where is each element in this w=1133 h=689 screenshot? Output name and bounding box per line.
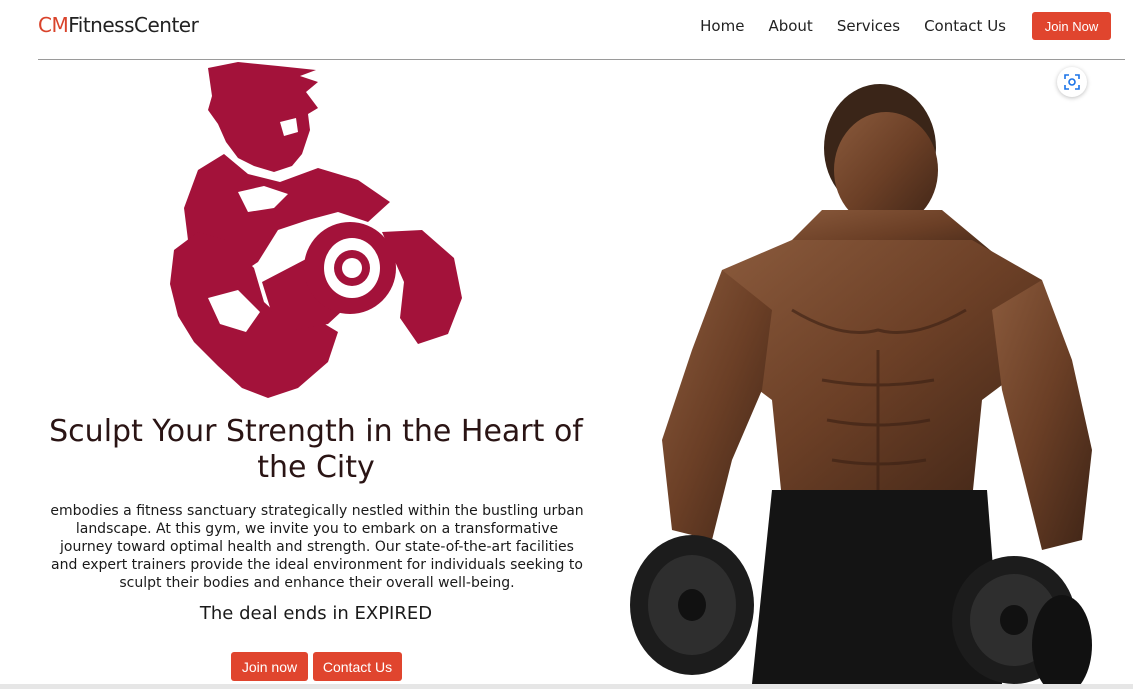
deal-status: EXPIRED bbox=[354, 603, 433, 624]
hero-description: embodies a fitness sanctuary strategical… bbox=[50, 503, 584, 591]
brand-logo-text[interactable]: CMFitnessCenter bbox=[38, 13, 199, 37]
contact-us-hero-button[interactable]: Contact Us bbox=[313, 652, 402, 681]
nav-about[interactable]: About bbox=[768, 17, 812, 35]
nav-services[interactable]: Services bbox=[837, 17, 900, 35]
hero-title: Sculpt Your Strength in the Heart of the… bbox=[49, 414, 583, 485]
nav-contact-us[interactable]: Contact Us bbox=[924, 17, 1006, 35]
site-header: CMFitnessCenter Home About Services Cont… bbox=[0, 0, 1133, 60]
deal-countdown: The deal ends in EXPIRED bbox=[40, 603, 592, 624]
main-nav: Home About Services Contact Us bbox=[700, 17, 1006, 35]
visual-search-icon[interactable] bbox=[1057, 67, 1087, 97]
join-now-button[interactable]: Join Now bbox=[1032, 12, 1111, 40]
join-now-hero-button[interactable]: Join now bbox=[231, 652, 308, 681]
bottom-scrollbar[interactable] bbox=[0, 684, 1133, 689]
deal-prefix: The deal ends in bbox=[199, 603, 349, 624]
brand-prefix: CM bbox=[38, 13, 69, 37]
hero-athlete-image bbox=[630, 84, 1092, 684]
brand-name: FitnessCenter bbox=[68, 13, 199, 37]
bodybuilder-logo-icon bbox=[170, 62, 462, 398]
nav-home[interactable]: Home bbox=[700, 17, 744, 35]
